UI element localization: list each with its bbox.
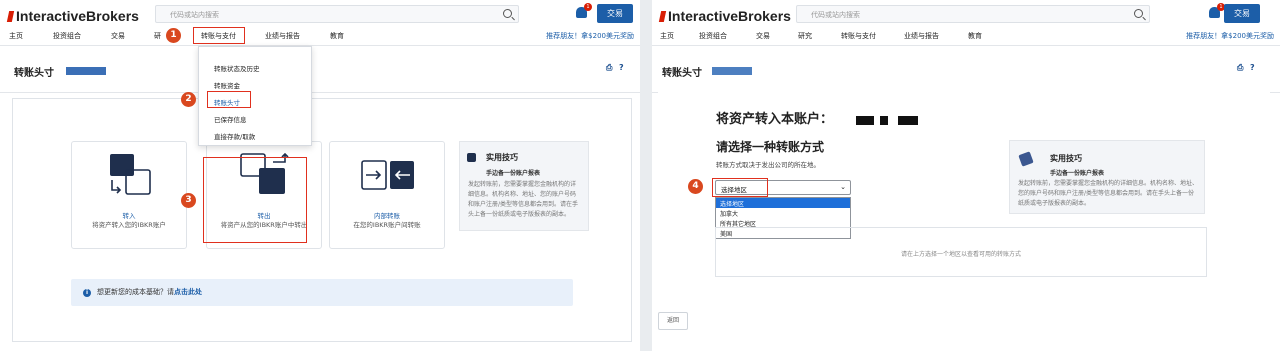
nav-trade[interactable]: 交易 <box>111 31 125 41</box>
help-icon[interactable]: ? <box>1250 63 1255 72</box>
bell-icon[interactable]: 1 <box>1209 3 1225 18</box>
promo-link[interactable]: 推荐朋友！拿$200美元奖励 <box>546 31 634 41</box>
tips-subtitle: 手边备一份账户报表 <box>1050 170 1105 177</box>
step-badge: 4 <box>688 179 703 194</box>
transfer-in-card[interactable]: 转入 将资产转入您的IBKR账户 <box>71 141 187 249</box>
hand-pointer-icon <box>467 153 476 162</box>
promo-link[interactable]: 推荐朋友！拿$200美元奖励 <box>1186 31 1274 41</box>
search-icon[interactable] <box>1134 9 1143 18</box>
trade-button[interactable]: 交易 <box>597 4 633 23</box>
tips-panel: 实用技巧 手边备一份账户报表 发起转账前，您需要掌握您金融机构的详细信息。机构名… <box>459 141 589 231</box>
redacted-account <box>66 67 106 75</box>
highlight-region-select <box>712 178 768 197</box>
highlight-transfer-out <box>203 157 307 243</box>
brand-mark-icon <box>658 11 667 22</box>
top-bar: InteractiveBrokers 代码或站内搜索 1 交易 <box>0 0 640 28</box>
nav-home[interactable]: 主页 <box>660 31 674 41</box>
nav-reports[interactable]: 业绩与报告 <box>904 31 939 41</box>
bell-icon[interactable]: 1 <box>576 3 592 18</box>
step-badge: 3 <box>181 193 196 208</box>
menu-direct-deposit[interactable]: 直接存款/取款 <box>214 131 255 141</box>
back-button[interactable]: 返回 <box>658 312 688 330</box>
menu-saved-info[interactable]: 已保存信息 <box>214 114 247 124</box>
nav-education[interactable]: 教育 <box>330 31 344 41</box>
tips-panel: 实用技巧 手边备一份账户报表 发起转账前，您需要掌握您金融机构的详细信息。机构名… <box>1009 140 1205 214</box>
main-nav: 主页 投资组合 交易 研究 转账与支付 业绩与报告 教育 推荐朋友！拿$200美… <box>652 28 1280 46</box>
option-select-region[interactable]: 选择地区 <box>720 199 744 208</box>
redacted-account <box>898 116 918 125</box>
main-nav: 主页 投资组合 交易 研 转账与支付 业绩与报告 教育 推荐朋友！拿$200美元… <box>0 28 640 46</box>
option-canada[interactable]: 加拿大 <box>720 209 738 218</box>
choose-method-heading: 请选择一种转账方式 <box>716 140 825 154</box>
menu-transfer-status[interactable]: 转账状态及历史 <box>214 63 260 73</box>
tips-body: 发起转账前，您需要掌握您金融机构的详细信息。机构名称、地址、您的账户号码和账户注… <box>1018 180 1199 207</box>
internal-transfer-icon <box>361 160 414 190</box>
title-bar: 转账头寸 ⎙ ? <box>652 47 1280 93</box>
nav-portfolio[interactable]: 投资组合 <box>699 31 727 41</box>
tips-title: 实用技巧 <box>486 153 518 162</box>
search-input[interactable]: 代码或站内搜索 <box>796 5 1150 23</box>
transfer-in-icon <box>110 154 151 195</box>
method-note: 转账方式取决于发出公司的所在地。 <box>716 161 820 169</box>
print-icon[interactable]: ⎙ <box>606 63 612 73</box>
left-screenshot: InteractiveBrokers 代码或站内搜索 1 交易 主页 投资组合 … <box>0 0 640 351</box>
brand-logo[interactable]: InteractiveBrokers <box>6 8 139 24</box>
page-title: 转账头寸 <box>662 68 702 79</box>
nav-transfer-pay[interactable]: 转账与支付 <box>841 31 876 41</box>
trade-button[interactable]: 交易 <box>1224 4 1260 23</box>
card-title: 转入 <box>122 212 136 220</box>
brand-mark-icon <box>6 11 15 22</box>
card-title: 内部转账 <box>374 212 400 220</box>
highlight-menu-positions <box>207 91 251 108</box>
nav-reports[interactable]: 业绩与报告 <box>265 31 300 41</box>
card-desc: 将资产转入您的IBKR账户 <box>92 221 166 229</box>
menu-transfer-funds[interactable]: 转账资金 <box>214 80 240 90</box>
tips-body: 发起转账前，您需要掌握您金融机构的详细信息。机构名称、地址、您的账户号码和账户注… <box>468 181 579 218</box>
notification-count: 1 <box>584 3 592 11</box>
search-icon[interactable] <box>503 9 512 18</box>
internal-transfer-card[interactable]: 内部转账 在您的IBKR账户间转账 <box>329 141 445 249</box>
tips-title: 实用技巧 <box>1050 154 1082 163</box>
nav-home[interactable]: 主页 <box>9 31 23 41</box>
methods-placeholder: 请在上方选择一个地区以查看可用的转账方式 <box>715 227 1207 277</box>
section-heading: 将资产转入本账户： <box>716 112 834 127</box>
step-badge: 1 <box>166 28 181 43</box>
redacted-account <box>856 116 874 125</box>
main-panel: 转入 将资产转入您的IBKR账户 转出 将资产从您的IBKR账户中转出 内部转账 <box>12 98 632 342</box>
tips-subtitle: 手边备一份账户报表 <box>486 170 541 177</box>
print-icon[interactable]: ⎙ <box>1237 63 1243 73</box>
nav-trade[interactable]: 交易 <box>756 31 770 41</box>
right-screenshot: InteractiveBrokers 代码或站内搜索 1 交易 主页 投资组合 … <box>652 0 1280 351</box>
search-input[interactable]: 代码或站内搜索 <box>155 5 519 23</box>
hand-pointer-icon <box>1018 151 1034 167</box>
chevron-down-icon: ⌄ <box>840 183 846 191</box>
card-desc: 在您的IBKR账户间转账 <box>353 221 421 229</box>
step-badge: 2 <box>181 92 196 107</box>
nav-education[interactable]: 教育 <box>968 31 982 41</box>
nav-research[interactable]: 研 <box>154 31 161 41</box>
nav-portfolio[interactable]: 投资组合 <box>53 31 81 41</box>
brand-logo[interactable]: InteractiveBrokers <box>658 8 791 24</box>
nav-research[interactable]: 研究 <box>798 31 812 41</box>
redacted-account <box>712 67 752 75</box>
redacted-account <box>880 116 888 125</box>
highlight-nav-transfer <box>193 27 245 44</box>
top-bar: InteractiveBrokers 代码或站内搜索 1 交易 <box>652 0 1280 28</box>
help-icon[interactable]: ? <box>619 63 624 72</box>
info-icon: i <box>83 289 91 297</box>
title-bar: 转账头寸 ⎙ ? <box>0 47 640 93</box>
page-title: 转账头寸 <box>14 68 54 79</box>
click-here-link[interactable]: 点击此处 <box>174 288 202 296</box>
info-bar: i 想更新您的成本基础？请点击此处 <box>71 279 573 306</box>
